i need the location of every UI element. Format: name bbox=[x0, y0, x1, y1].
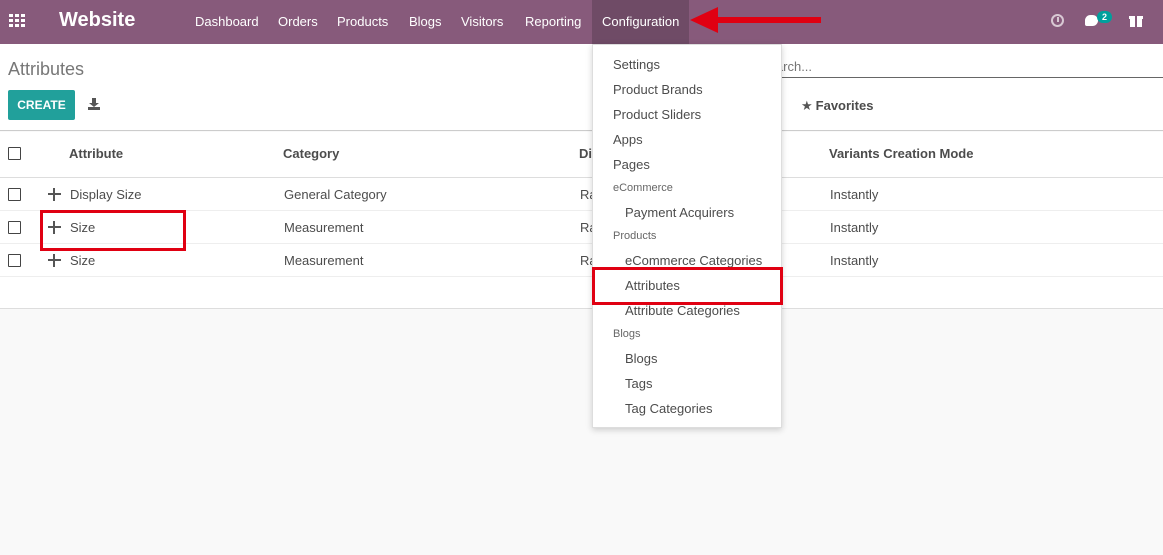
cell-variants-mode: Instantly bbox=[830, 220, 879, 235]
dropdown-item-attribute-categories[interactable]: Attribute Categories bbox=[625, 303, 740, 318]
column-attribute[interactable]: Attribute bbox=[69, 146, 123, 161]
cell-attribute: Size bbox=[70, 253, 96, 268]
column-display-type[interactable]: Di bbox=[579, 146, 592, 161]
menu-dashboard[interactable]: Dashboard bbox=[185, 0, 269, 44]
chat-count-badge: 2 bbox=[1097, 11, 1113, 23]
table-empty-row bbox=[0, 277, 1163, 309]
red-highlight-box-attributes bbox=[592, 267, 783, 305]
table-row[interactable]: Display Size General Category Ra Instant… bbox=[0, 178, 1163, 211]
create-button[interactable]: CREATE bbox=[8, 90, 75, 120]
favorites-button[interactable]: ★ Favorites bbox=[801, 98, 873, 114]
menu-orders[interactable]: Orders bbox=[268, 0, 328, 44]
menu-products[interactable]: Products bbox=[327, 0, 398, 44]
dropdown-item-apps[interactable]: Apps bbox=[613, 132, 643, 147]
dropdown-item-product-brands[interactable]: Product Brands bbox=[613, 82, 703, 97]
dropdown-item-tag-categories[interactable]: Tag Categories bbox=[625, 401, 712, 416]
cell-variants-mode: Instantly bbox=[830, 187, 879, 202]
cell-variants-mode: Instantly bbox=[830, 253, 879, 268]
configuration-dropdown: Settings Product Brands Product Sliders … bbox=[592, 44, 782, 428]
search-input[interactable] bbox=[760, 56, 1163, 78]
menu-reporting[interactable]: Reporting bbox=[515, 0, 591, 44]
table-header: Attribute Category Di Variants Creation … bbox=[0, 132, 1163, 178]
menu-configuration[interactable]: Configuration bbox=[592, 0, 690, 44]
select-all-checkbox[interactable] bbox=[8, 147, 21, 160]
activity-clock-icon[interactable] bbox=[1051, 14, 1064, 27]
cell-category: Measurement bbox=[284, 253, 364, 268]
download-icon[interactable] bbox=[88, 98, 100, 110]
column-category[interactable]: Category bbox=[283, 146, 339, 161]
dropdown-header-blogs: Blogs bbox=[613, 328, 641, 340]
cell-attribute: Display Size bbox=[70, 187, 142, 202]
top-navbar: Website Dashboard Orders Products Blogs … bbox=[0, 0, 1163, 44]
row-checkbox[interactable] bbox=[8, 188, 21, 201]
app-brand-title: Website bbox=[59, 9, 136, 31]
star-icon: ★ bbox=[801, 98, 813, 113]
drag-handle-icon[interactable] bbox=[48, 254, 61, 267]
gift-icon[interactable] bbox=[1129, 14, 1143, 27]
red-arrow-annotation bbox=[690, 7, 821, 33]
dropdown-item-tags[interactable]: Tags bbox=[625, 376, 652, 391]
cell-category: Measurement bbox=[284, 220, 364, 235]
red-highlight-box-size bbox=[40, 210, 186, 251]
drag-handle-icon[interactable] bbox=[48, 188, 61, 201]
dropdown-item-payment-acquirers[interactable]: Payment Acquirers bbox=[625, 205, 734, 220]
menu-visitors[interactable]: Visitors bbox=[451, 0, 513, 44]
dropdown-item-product-sliders[interactable]: Product Sliders bbox=[613, 107, 701, 122]
page-title: Attributes bbox=[8, 59, 85, 79]
dropdown-item-ecommerce-categories[interactable]: eCommerce Categories bbox=[625, 253, 762, 268]
dropdown-header-ecommerce: eCommerce bbox=[613, 182, 673, 194]
menu-blogs[interactable]: Blogs bbox=[399, 0, 452, 44]
dropdown-item-pages[interactable]: Pages bbox=[613, 157, 650, 172]
apps-grid-icon[interactable] bbox=[9, 14, 25, 28]
dropdown-header-products: Products bbox=[613, 230, 657, 242]
row-checkbox[interactable] bbox=[8, 254, 21, 267]
row-checkbox[interactable] bbox=[8, 221, 21, 234]
control-panel: Attributes CREATE ★Favorites bbox=[0, 44, 1163, 131]
cell-category: General Category bbox=[284, 187, 387, 202]
column-variants-creation-mode[interactable]: Variants Creation Mode bbox=[829, 146, 973, 161]
dropdown-item-blogs[interactable]: Blogs bbox=[625, 351, 658, 366]
dropdown-item-settings[interactable]: Settings bbox=[613, 57, 660, 72]
